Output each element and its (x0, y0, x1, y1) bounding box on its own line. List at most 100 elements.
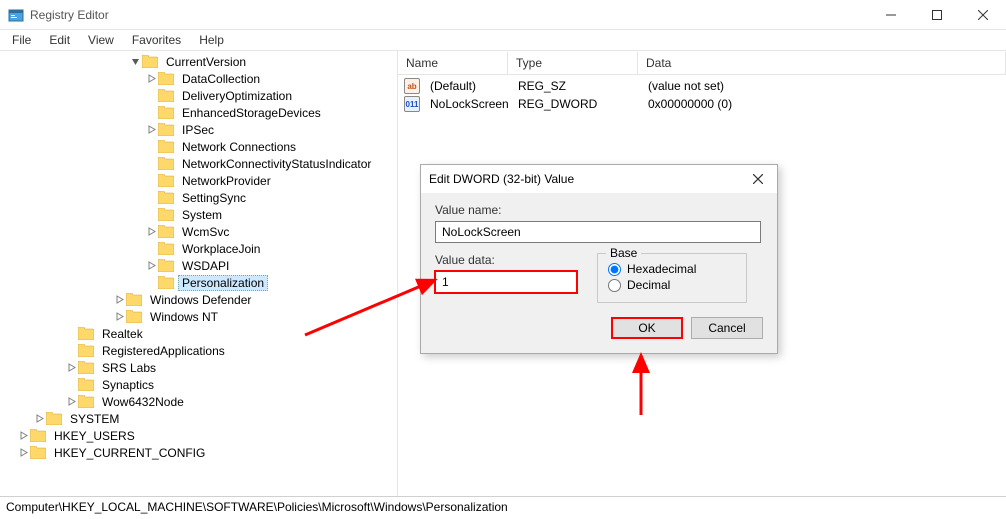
radio-dec-label: Decimal (627, 278, 670, 292)
collapse-icon[interactable] (144, 226, 158, 238)
tree-item[interactable]: IPSec (0, 121, 397, 138)
col-header-name[interactable]: Name (398, 52, 508, 74)
dialog-titlebar[interactable]: Edit DWORD (32-bit) Value (421, 165, 777, 193)
folder-icon (158, 276, 174, 289)
tree-item[interactable]: System (0, 206, 397, 223)
tree-item-label: Network Connections (178, 139, 300, 155)
folder-icon (78, 344, 94, 357)
menu-help[interactable]: Help (191, 31, 232, 49)
tree-item[interactable]: WcmSvc (0, 223, 397, 240)
tree-item[interactable]: Realtek (0, 325, 397, 342)
collapse-icon[interactable] (144, 260, 158, 272)
value-data-label: Value data: (435, 253, 577, 267)
folder-icon (158, 174, 174, 187)
folder-icon (126, 293, 142, 306)
minimize-button[interactable] (868, 0, 914, 30)
tree-item[interactable]: Wow6432Node (0, 393, 397, 410)
folder-icon (158, 123, 174, 136)
menu-edit[interactable]: Edit (41, 31, 78, 49)
tree-item-label: HKEY_CURRENT_CONFIG (50, 445, 209, 461)
collapse-icon[interactable] (112, 311, 126, 323)
tree-item[interactable]: Windows Defender (0, 291, 397, 308)
collapse-icon[interactable] (16, 447, 30, 459)
tree-item[interactable]: SRS Labs (0, 359, 397, 376)
tree-item[interactable]: HKEY_USERS (0, 427, 397, 444)
tree-item[interactable]: CurrentVersion (0, 53, 397, 70)
list-row[interactable]: 011NoLockScreenREG_DWORD0x00000000 (0) (398, 95, 1006, 113)
expand-icon[interactable] (128, 56, 142, 68)
tree-item[interactable]: HKEY_CURRENT_CONFIG (0, 444, 397, 461)
collapse-icon[interactable] (64, 396, 78, 408)
ok-button[interactable]: OK (611, 317, 683, 339)
menu-favorites[interactable]: Favorites (124, 31, 189, 49)
menu-view[interactable]: View (80, 31, 122, 49)
folder-icon (158, 208, 174, 221)
folder-icon (78, 395, 94, 408)
tree-item[interactable]: WorkplaceJoin (0, 240, 397, 257)
radio-dec-input[interactable] (608, 279, 621, 292)
string-value-icon: ab (404, 78, 420, 94)
tree-item[interactable]: EnhancedStorageDevices (0, 104, 397, 121)
tree-item[interactable]: NetworkConnectivityStatusIndicator (0, 155, 397, 172)
collapse-icon[interactable] (32, 413, 46, 425)
tree-item[interactable]: WSDAPI (0, 257, 397, 274)
tree-item-label: Wow6432Node (98, 394, 188, 410)
tree-item[interactable]: DeliveryOptimization (0, 87, 397, 104)
col-header-data[interactable]: Data (638, 52, 1006, 74)
radio-dec[interactable]: Decimal (608, 278, 736, 292)
registry-tree: CurrentVersionDataCollection DeliveryOpt… (0, 53, 397, 461)
close-button[interactable] (960, 0, 1006, 30)
tree-item[interactable]: Windows NT (0, 308, 397, 325)
radio-hex-input[interactable] (608, 263, 621, 276)
list-rows: ab(Default)REG_SZ(value not set)011NoLoc… (398, 75, 1006, 115)
tree-item[interactable]: NetworkProvider (0, 172, 397, 189)
folder-icon (78, 361, 94, 374)
collapse-icon[interactable] (144, 73, 158, 85)
collapse-icon[interactable] (64, 362, 78, 374)
list-row[interactable]: ab(Default)REG_SZ(value not set) (398, 77, 1006, 95)
folder-icon (158, 140, 174, 153)
folder-icon (158, 89, 174, 102)
maximize-button[interactable] (914, 0, 960, 30)
tree-item-label: EnhancedStorageDevices (178, 105, 325, 121)
folder-icon (158, 242, 174, 255)
statusbar: Computer\HKEY_LOCAL_MACHINE\SOFTWARE\Pol… (0, 496, 1006, 518)
tree-pane[interactable]: CurrentVersionDataCollection DeliveryOpt… (0, 51, 398, 496)
radio-hex-label: Hexadecimal (627, 262, 696, 276)
window-controls (868, 0, 1006, 30)
menubar: File Edit View Favorites Help (0, 30, 1006, 50)
cancel-button[interactable]: Cancel (691, 317, 763, 339)
value-name-field[interactable] (435, 221, 761, 243)
dialog-close-button[interactable] (747, 169, 769, 189)
col-header-type[interactable]: Type (508, 52, 638, 74)
folder-icon (158, 225, 174, 238)
tree-item-label: WcmSvc (178, 224, 233, 240)
tree-item-label: SettingSync (178, 190, 250, 206)
window-title: Registry Editor (30, 8, 868, 22)
collapse-icon[interactable] (16, 430, 30, 442)
value-data-field[interactable] (435, 271, 577, 293)
dialog-title-text: Edit DWORD (32-bit) Value (429, 172, 747, 186)
tree-item-label: System (178, 207, 226, 223)
menu-file[interactable]: File (4, 31, 39, 49)
tree-item-label: Windows NT (146, 309, 222, 325)
tree-item[interactable]: SYSTEM (0, 410, 397, 427)
tree-item[interactable]: Personalization (0, 274, 397, 291)
tree-item-label: RegisteredApplications (98, 343, 229, 359)
collapse-icon[interactable] (144, 124, 158, 136)
tree-item[interactable]: Synaptics (0, 376, 397, 393)
dialog-body: Value name: Value data: Base Hexadecimal… (421, 193, 777, 353)
cell-name: NoLockScreen (422, 96, 510, 112)
cell-type: REG_SZ (510, 78, 640, 94)
collapse-icon[interactable] (112, 294, 126, 306)
folder-icon (78, 378, 94, 391)
folder-icon (78, 327, 94, 340)
tree-item[interactable]: DataCollection (0, 70, 397, 87)
tree-item[interactable]: SettingSync (0, 189, 397, 206)
tree-item[interactable]: RegisteredApplications (0, 342, 397, 359)
tree-item-label: IPSec (178, 122, 218, 138)
radio-hex[interactable]: Hexadecimal (608, 262, 736, 276)
cell-name: (Default) (422, 78, 510, 94)
tree-item-label: DataCollection (178, 71, 264, 87)
tree-item[interactable]: Network Connections (0, 138, 397, 155)
